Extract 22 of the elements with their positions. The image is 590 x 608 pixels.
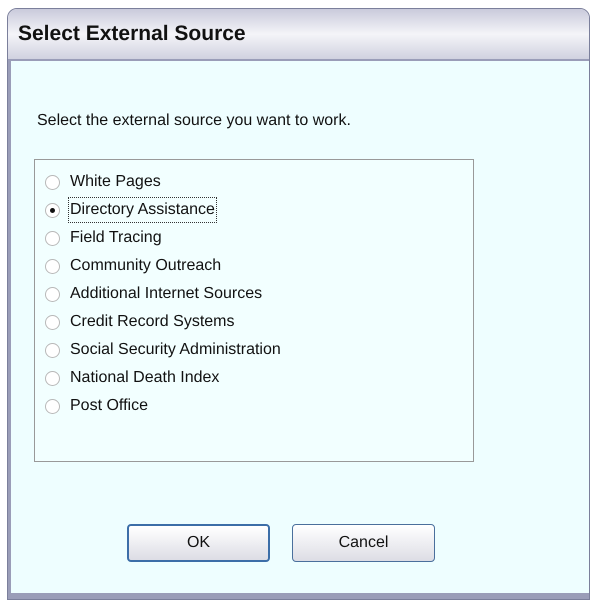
- option-label[interactable]: Field Tracing: [68, 225, 164, 251]
- radio-button[interactable]: [45, 370, 60, 386]
- option-label[interactable]: Directory Assistance: [68, 197, 217, 223]
- ok-button[interactable]: OK: [127, 524, 270, 562]
- radio-button[interactable]: [45, 342, 60, 358]
- radio-button[interactable]: [45, 398, 60, 414]
- window-title: Select External Source: [18, 21, 246, 48]
- radio-button[interactable]: [45, 258, 60, 274]
- option-label[interactable]: Credit Record Systems: [68, 309, 236, 335]
- cancel-button[interactable]: Cancel: [292, 524, 435, 562]
- option-label[interactable]: Social Security Administration: [68, 337, 283, 363]
- radio-button[interactable]: [45, 314, 60, 330]
- radio-button[interactable]: [45, 174, 60, 190]
- option-label[interactable]: National Death Index: [68, 365, 222, 391]
- option-label[interactable]: Post Office: [68, 393, 150, 419]
- radio-button[interactable]: [45, 202, 60, 218]
- option-label[interactable]: White Pages: [68, 169, 163, 195]
- option-label[interactable]: Additional Internet Sources: [68, 281, 264, 307]
- prompt-text: Select the external source you want to work.: [37, 111, 352, 131]
- radio-button[interactable]: [45, 286, 60, 302]
- option-label[interactable]: Community Outreach: [68, 253, 224, 279]
- radio-button[interactable]: [45, 230, 60, 246]
